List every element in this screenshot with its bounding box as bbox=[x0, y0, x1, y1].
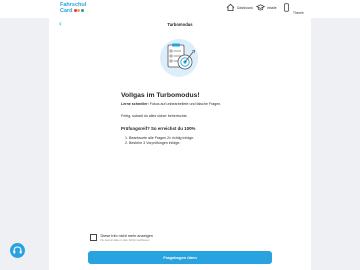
headset-icon bbox=[13, 246, 22, 254]
checkbox-hint: Du kannst alles in den FAQs nachlesen. bbox=[100, 238, 151, 243]
help-button[interactable] bbox=[10, 243, 25, 258]
done-text: Fertig, sobald du alles sicher beherrsch… bbox=[121, 114, 188, 118]
sub-heading: Prüfungsreif? So erreichst du 100% bbox=[121, 126, 196, 131]
nav-inhalte[interactable]: Inhalte bbox=[256, 3, 277, 12]
phone-icon bbox=[284, 3, 289, 12]
nav-dashboard[interactable]: Dashboard bbox=[226, 3, 253, 12]
intro-bold: Lerne schneller: bbox=[121, 102, 149, 106]
intro-rest: Fokus auf unbearbeitete und falsche Frag… bbox=[148, 102, 222, 106]
nav-theorie[interactable]: Theorie bbox=[282, 3, 304, 15]
intro-text: Lerne schneller: Fokus auf unbearbeitete… bbox=[121, 102, 221, 106]
logo-dot bbox=[77, 8, 81, 12]
top-bar: Fahrschul Card Dashboard Inhalte Theorie bbox=[0, 0, 360, 18]
list-item: Bestehe 3 Vorprüfungen infolge. bbox=[129, 141, 194, 146]
back-button[interactable]: ‹ bbox=[59, 20, 62, 28]
hide-info-checkbox[interactable] bbox=[90, 234, 97, 241]
app-logo[interactable]: Fahrschul Card bbox=[60, 2, 86, 14]
main-heading: Vollgas im Turbomodus! bbox=[121, 92, 200, 99]
nav-inhalte-label: Inhalte bbox=[267, 5, 277, 10]
graduation-cap-icon bbox=[256, 4, 265, 11]
steps-list: Beantworte alle Fragen 2x richtig infolg… bbox=[125, 136, 194, 146]
hide-info-option[interactable]: Diese Info nicht mehr anzeigen Du kannst… bbox=[90, 234, 153, 242]
target-clipboard-icon bbox=[160, 39, 198, 77]
practice-button[interactable]: Fragebogen üben bbox=[88, 251, 272, 264]
logo-dot bbox=[80, 8, 84, 12]
nav-theorie-label: Theorie bbox=[293, 10, 304, 15]
logo-dot bbox=[73, 8, 77, 12]
nav-dashboard-label: Dashboard bbox=[237, 5, 253, 10]
home-icon bbox=[226, 3, 235, 12]
page-title: Turbomodus bbox=[167, 22, 193, 27]
